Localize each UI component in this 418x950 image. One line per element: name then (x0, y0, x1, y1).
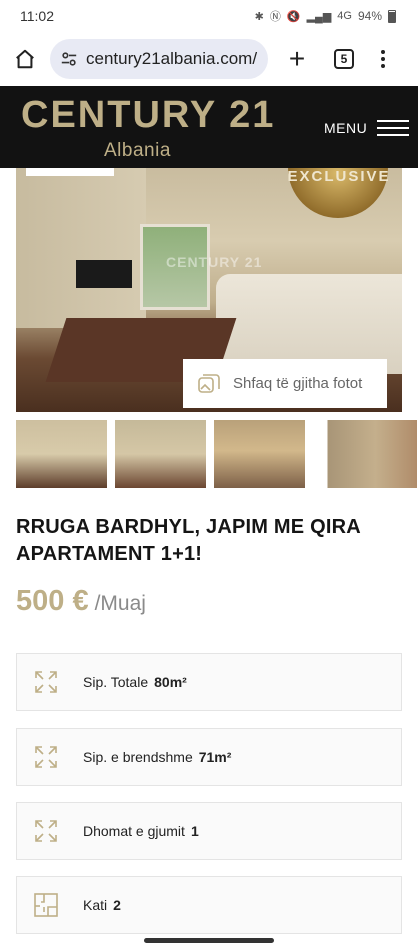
status-icons: ✱ Ⓝ 🔇 ▂▄▆ 4G 94% (255, 8, 396, 24)
url-text: century21albania.com/ (86, 49, 258, 68)
price-period: /Muaj (94, 592, 146, 615)
home-icon[interactable] (10, 44, 40, 74)
new-tab-button[interactable]: + (282, 43, 312, 74)
feature-label: Sip. e brendshme (83, 749, 193, 765)
listing-price: 500 € /Muaj (16, 585, 146, 618)
site-header: CENTURY 21 Albania MENU (0, 86, 418, 168)
exclusive-badge-text: EXCLUSIVE (287, 168, 391, 185)
feature-label: Dhomat e gjumit (83, 823, 185, 839)
browser-toolbar: century21albania.com/ + 5 (0, 32, 418, 86)
photo-thumbnail[interactable] (16, 420, 107, 488)
price-amount: 500 € (16, 585, 89, 617)
feature-value: 71m² (198, 749, 232, 765)
floor-plan-icon (34, 893, 58, 917)
battery-level: 94% (357, 9, 382, 23)
photo-thumbnails (16, 420, 418, 488)
feature-label: Sip. Totale (83, 674, 149, 690)
menu-label: MENU (324, 120, 368, 136)
tab-switcher-button[interactable]: 5 (334, 49, 354, 69)
listing-title: RRUGA BARDHYL, JAPIM ME QIRA APARTAMENT … (16, 516, 361, 565)
site-settings-icon[interactable] (60, 50, 78, 68)
hamburger-icon (377, 120, 410, 136)
feature-value: 80m² (154, 674, 187, 690)
photo-thumbnail[interactable] (313, 420, 417, 488)
browser-menu-icon[interactable] (378, 50, 388, 68)
feature-value: 2 (113, 897, 121, 913)
feature-total-area: Sip. Totale 80m² (16, 653, 402, 711)
nfc-icon: Ⓝ (269, 11, 281, 23)
menu-button[interactable]: MENU (324, 120, 410, 136)
gesture-home-indicator[interactable] (144, 938, 274, 943)
site-logo-subtitle: Albania (104, 140, 171, 161)
show-all-photos-button[interactable]: Shfaq të gjitha fotot (183, 359, 387, 408)
network-badge: 4G (337, 10, 352, 22)
expand-arrows-icon (35, 746, 57, 768)
battery-icon (388, 9, 396, 23)
photo-thumbnail[interactable] (214, 420, 305, 488)
photo-thumbnail[interactable] (115, 420, 206, 488)
feature-bedrooms: Dhomat e gjumit 1 (16, 802, 402, 860)
gallery-icon (198, 373, 220, 393)
mute-icon: 🔇 (286, 10, 301, 23)
feature-label: Kati (83, 897, 108, 913)
feature-interior-area: Sip. e brendshme 71m² (16, 728, 402, 786)
site-logo[interactable]: CENTURY 21 (21, 94, 275, 137)
bluetooth-icon: ✱ (254, 10, 264, 23)
photo-label-tab (26, 168, 114, 176)
status-time: 11:02 (20, 8, 54, 24)
show-all-photos-label: Shfaq të gjitha fotot (233, 375, 363, 392)
feature-value: 1 (190, 823, 199, 839)
expand-arrows-icon (35, 820, 57, 842)
address-bar[interactable]: century21albania.com/ (50, 39, 268, 79)
photo-watermark: CENTURY 21 (166, 254, 263, 270)
feature-floor: Kati 2 (16, 876, 402, 934)
status-bar: 11:02 ✱ Ⓝ 🔇 ▂▄▆ 4G 94% (0, 0, 418, 32)
expand-arrows-icon (35, 671, 57, 693)
signal-icon: ▂▄▆ (306, 10, 332, 23)
